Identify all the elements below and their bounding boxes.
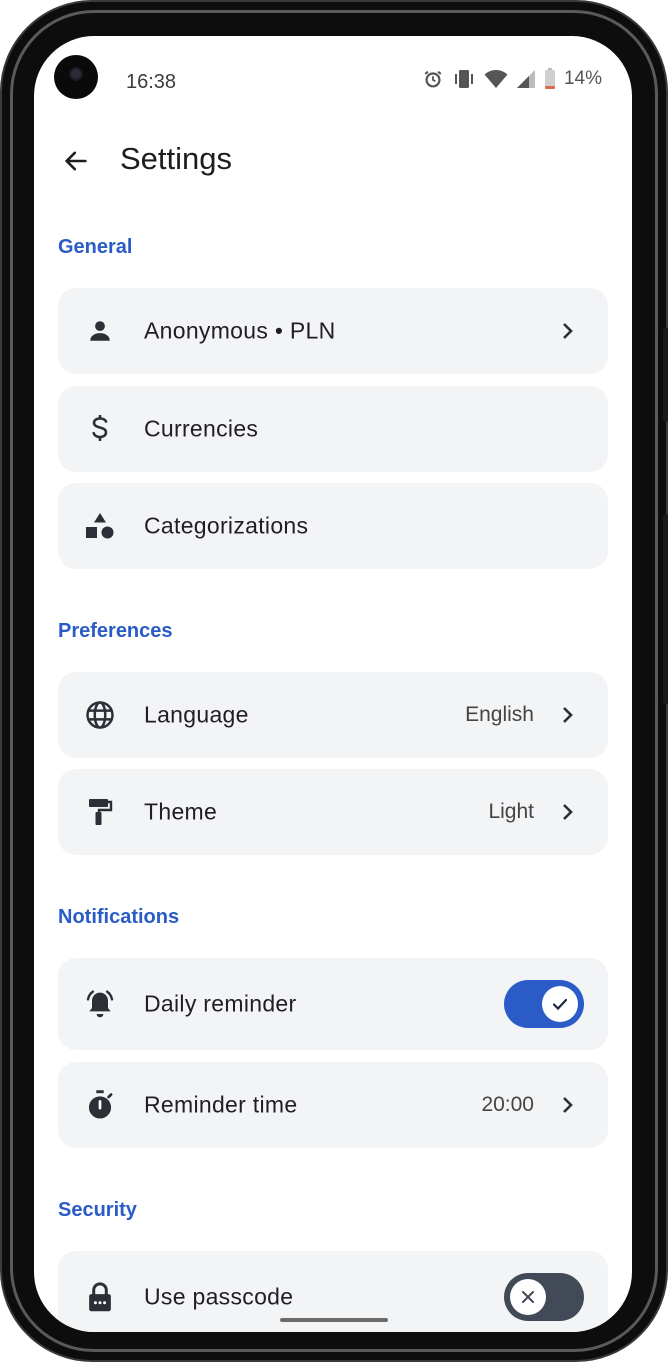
power-button: [663, 514, 668, 704]
globe-icon: [84, 699, 116, 731]
chevron-right-icon: [556, 1094, 578, 1116]
phone-frame: 16:38 14% Settings General Anonymous • P…: [0, 0, 668, 1362]
arrow-left-icon: [64, 151, 87, 171]
settings-item-currencies[interactable]: Currencies: [58, 386, 608, 472]
settings-item-label: Categorizations: [144, 512, 309, 539]
settings-item-language[interactable]: Language English: [58, 672, 608, 758]
settings-item-label: Daily reminder: [144, 990, 297, 1017]
settings-item-label: Theme: [144, 798, 218, 825]
section-title-general: General: [58, 236, 133, 258]
chevron-right-icon: [556, 704, 578, 726]
top-app-bar: Settings: [34, 131, 632, 191]
settings-item-theme[interactable]: Theme Light: [58, 769, 608, 855]
vibrate-icon: [452, 68, 476, 90]
settings-item-daily-reminder[interactable]: Daily reminder: [58, 958, 608, 1050]
chevron-right-icon: [556, 801, 578, 823]
person-icon: [84, 315, 116, 347]
wifi-icon: [484, 69, 508, 89]
toggle-knob: [510, 1279, 546, 1315]
settings-item-value: Light: [488, 800, 534, 823]
daily-reminder-toggle[interactable]: [504, 980, 584, 1028]
close-icon: [522, 1291, 534, 1303]
volume-button: [663, 328, 668, 422]
home-indicator[interactable]: [280, 1318, 388, 1322]
settings-item-label: Reminder time: [144, 1091, 298, 1118]
settings-item-value: 20:00: [481, 1093, 534, 1116]
toggle-knob: [542, 986, 578, 1022]
battery-percent: 14%: [563, 68, 602, 89]
settings-item-categorizations[interactable]: Categorizations: [58, 483, 608, 569]
settings-item-label: Anonymous • PLN: [144, 317, 336, 344]
settings-item-value: English: [465, 703, 534, 726]
battery-icon: [544, 68, 556, 90]
shapes-icon: [84, 510, 116, 542]
front-camera: [54, 55, 98, 99]
page-title: Settings: [120, 141, 233, 176]
alarm-icon: [422, 68, 444, 90]
status-time: 16:38: [126, 71, 177, 93]
section-title-security: Security: [58, 1199, 137, 1221]
settings-item-label: Language: [144, 701, 249, 728]
settings-item-label: Use passcode: [144, 1283, 294, 1310]
timer-icon: [84, 1089, 116, 1121]
screen: 16:38 14% Settings General Anonymous • P…: [34, 36, 632, 1332]
passcode-toggle[interactable]: [504, 1273, 584, 1321]
settings-item-account[interactable]: Anonymous • PLN: [58, 288, 608, 374]
status-icons: 14%: [422, 68, 602, 90]
section-title-notifications: Notifications: [58, 906, 180, 928]
settings-item-reminder-time[interactable]: Reminder time 20:00: [58, 1062, 608, 1148]
check-icon: [552, 998, 568, 1011]
back-button[interactable]: [58, 143, 94, 179]
lock-icon: [84, 1281, 116, 1313]
settings-item-label: Currencies: [144, 415, 259, 442]
alarm-bell-icon: [84, 988, 116, 1020]
dollar-icon: [84, 413, 116, 445]
chevron-right-icon: [556, 320, 578, 342]
signal-icon: [516, 69, 536, 89]
paint-roller-icon: [84, 796, 116, 828]
section-title-preferences: Preferences: [58, 620, 173, 642]
